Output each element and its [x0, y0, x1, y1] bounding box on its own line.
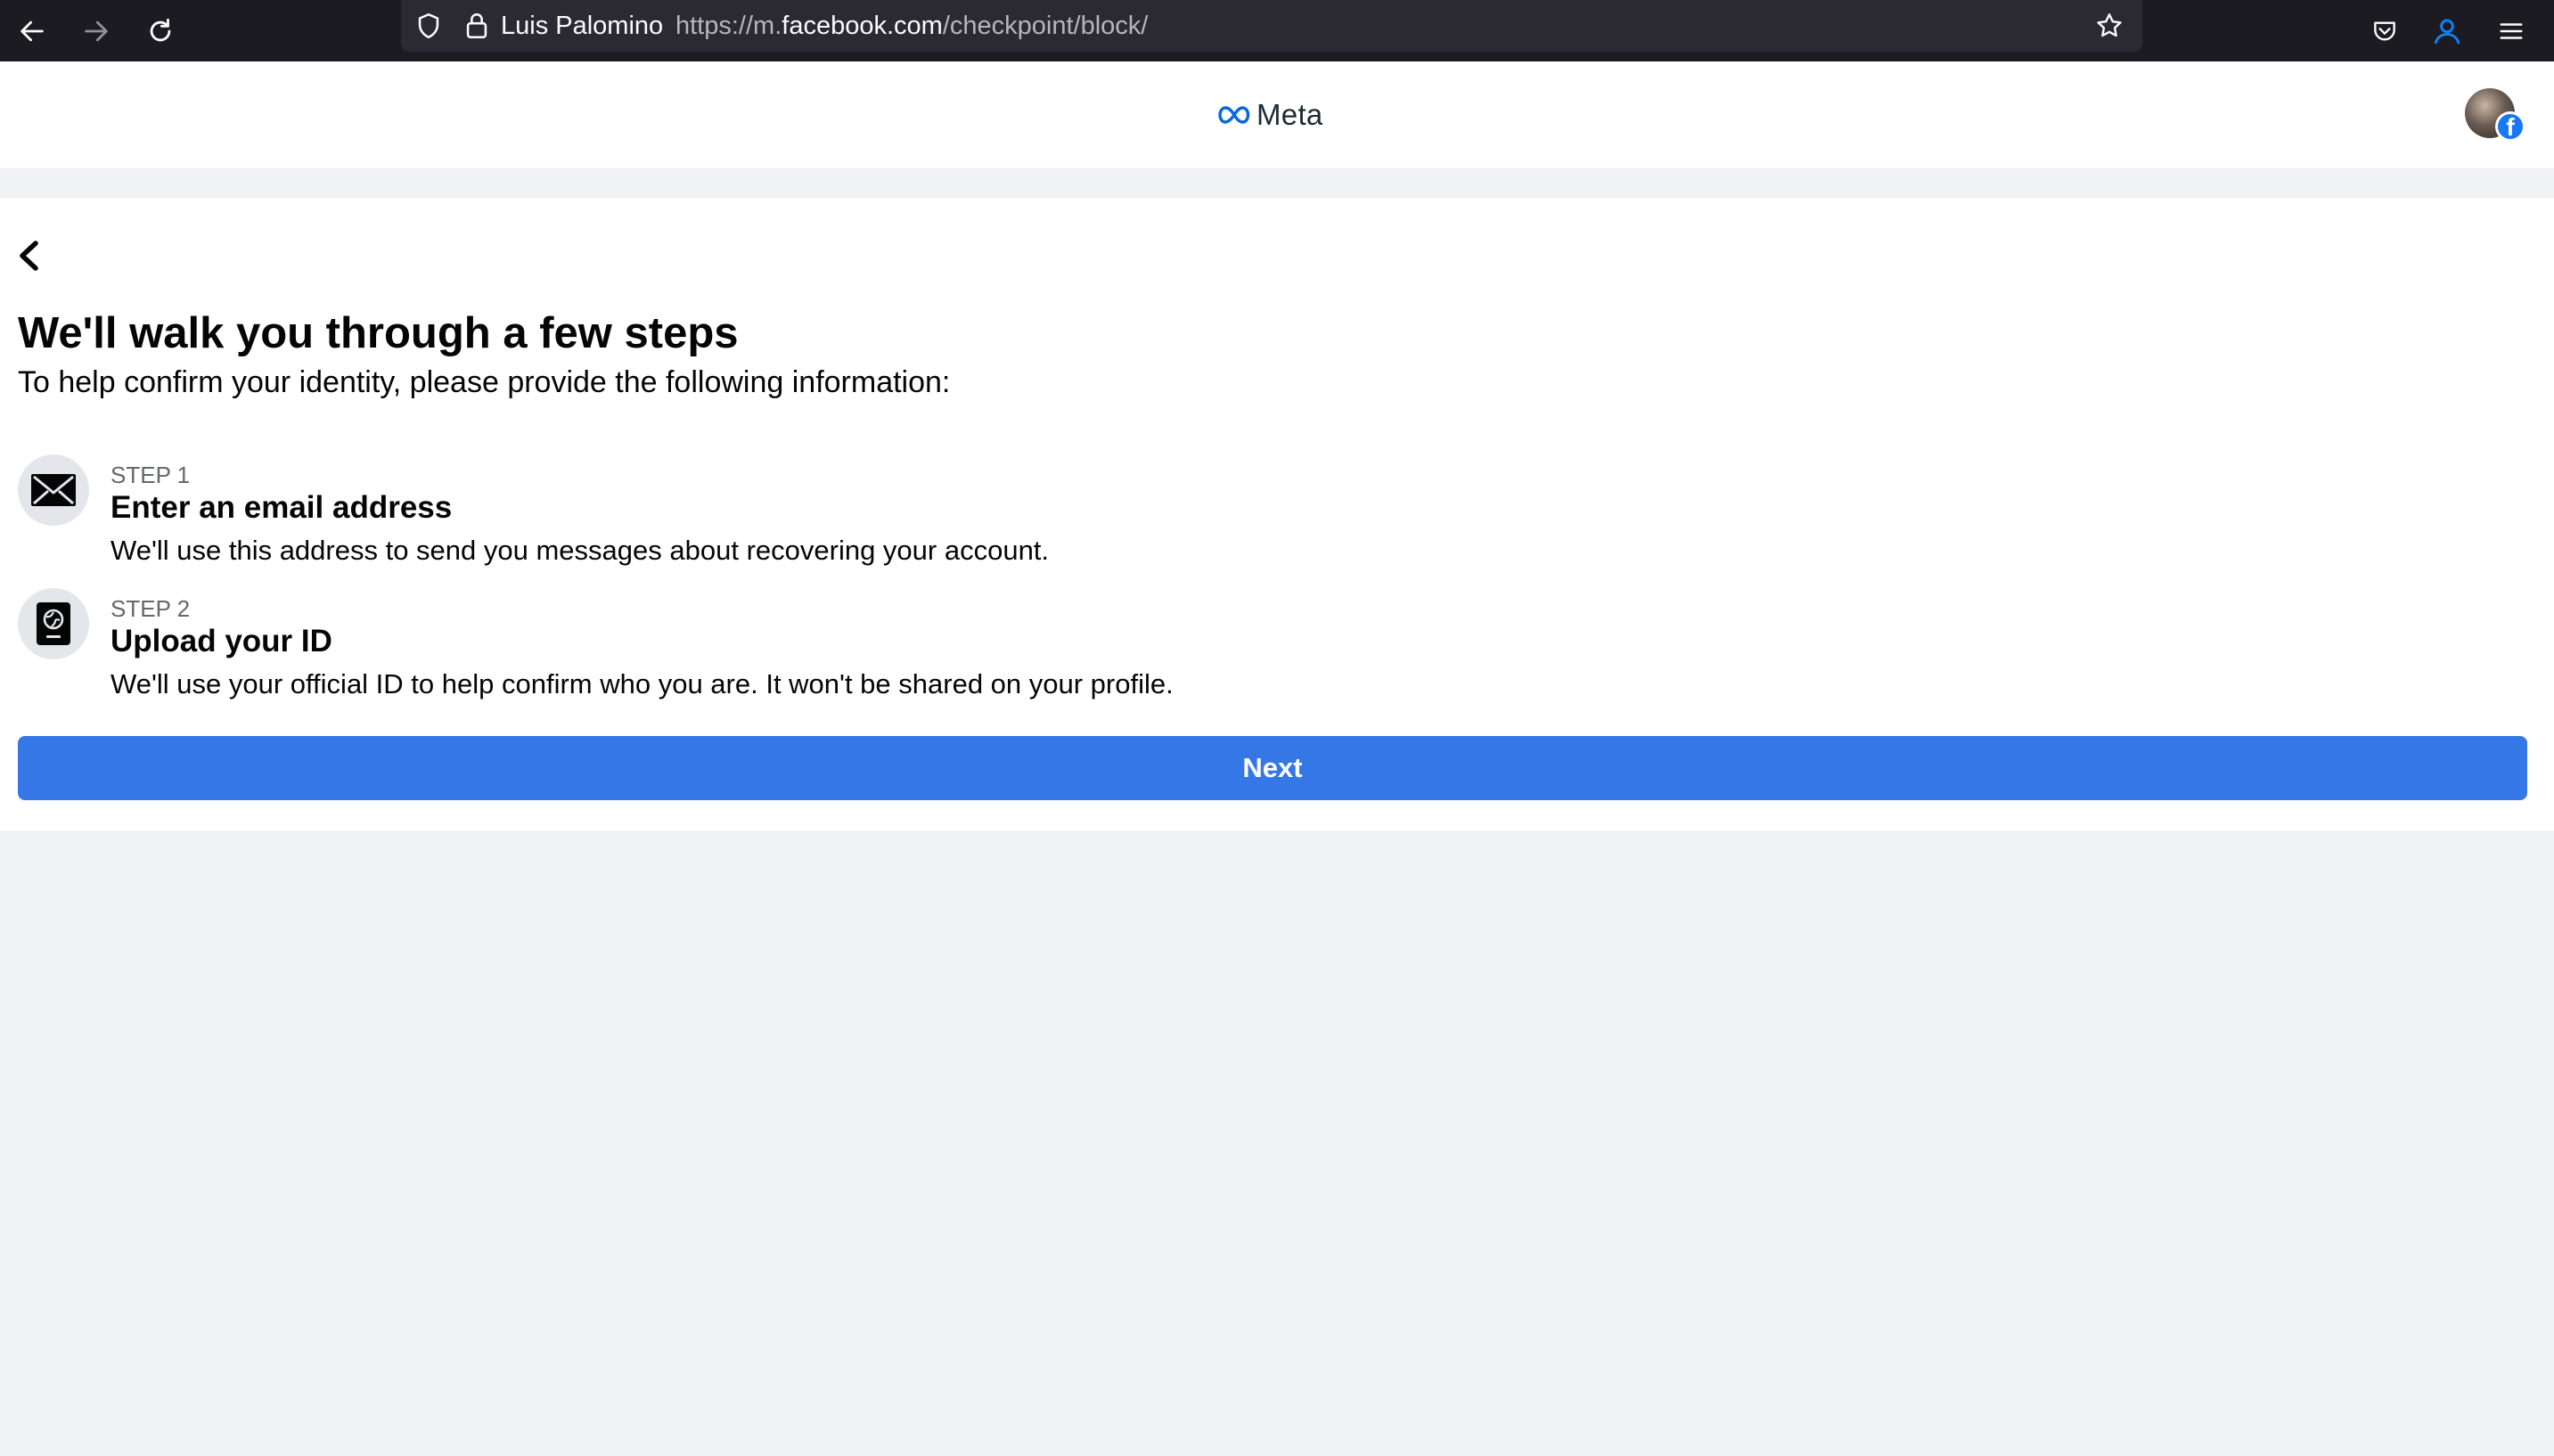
url-text[interactable]: https://m.facebook.com/checkpoint/block/ [675, 0, 1148, 52]
chevron-left-icon [20, 241, 38, 271]
step-2-title: Upload your ID [111, 624, 332, 658]
step-1-title: Enter an email address [111, 490, 453, 525]
back-button[interactable] [11, 233, 46, 278]
main-card: We'll walk you through a few steps To he… [0, 198, 2554, 830]
step-1-description: We'll use this address to send you messa… [111, 535, 1050, 566]
facebook-badge-icon: f [2495, 111, 2525, 142]
url-bar[interactable]: Luis Palomino https://m.facebook.com/che… [401, 0, 2142, 52]
browser-toolbar: Luis Palomino https://m.facebook.com/che… [0, 0, 2554, 61]
envelope-icon [18, 454, 89, 526]
step-2-description: We'll use your official ID to help confi… [111, 668, 1174, 699]
step-2-label: STEP 2 [111, 595, 191, 622]
reload-icon[interactable] [137, 8, 184, 54]
page-header: Meta f [0, 61, 2554, 168]
meta-logo-text: Meta [1257, 98, 1323, 131]
facebook-badge-letter: f [2506, 113, 2515, 141]
url-prefix: https://m. [675, 12, 782, 40]
pocket-icon[interactable] [2362, 8, 2408, 54]
back-arrow-icon[interactable] [9, 8, 55, 54]
bookmark-star-icon[interactable] [2094, 0, 2124, 52]
menu-icon[interactable] [2488, 8, 2534, 54]
id-card-icon [18, 588, 89, 659]
lock-icon[interactable] [463, 0, 490, 52]
next-button[interactable]: Next [18, 736, 2527, 800]
site-identity-label[interactable]: Luis Palomino [501, 0, 663, 52]
forward-arrow-icon[interactable] [73, 8, 119, 54]
page-subtitle: To help confirm your identity, please pr… [18, 365, 951, 399]
avatar[interactable]: f [2465, 88, 2525, 142]
url-host: facebook.com [782, 12, 943, 40]
url-path: /checkpoint/block/ [942, 12, 1149, 40]
shield-icon[interactable] [413, 0, 444, 52]
page-title: We'll walk you through a few steps [18, 309, 739, 357]
meta-logo[interactable]: Meta [1217, 97, 1323, 133]
step-1-label: STEP 1 [111, 462, 191, 488]
account-icon[interactable] [2424, 8, 2470, 54]
meta-infinity-icon [1218, 106, 1250, 124]
